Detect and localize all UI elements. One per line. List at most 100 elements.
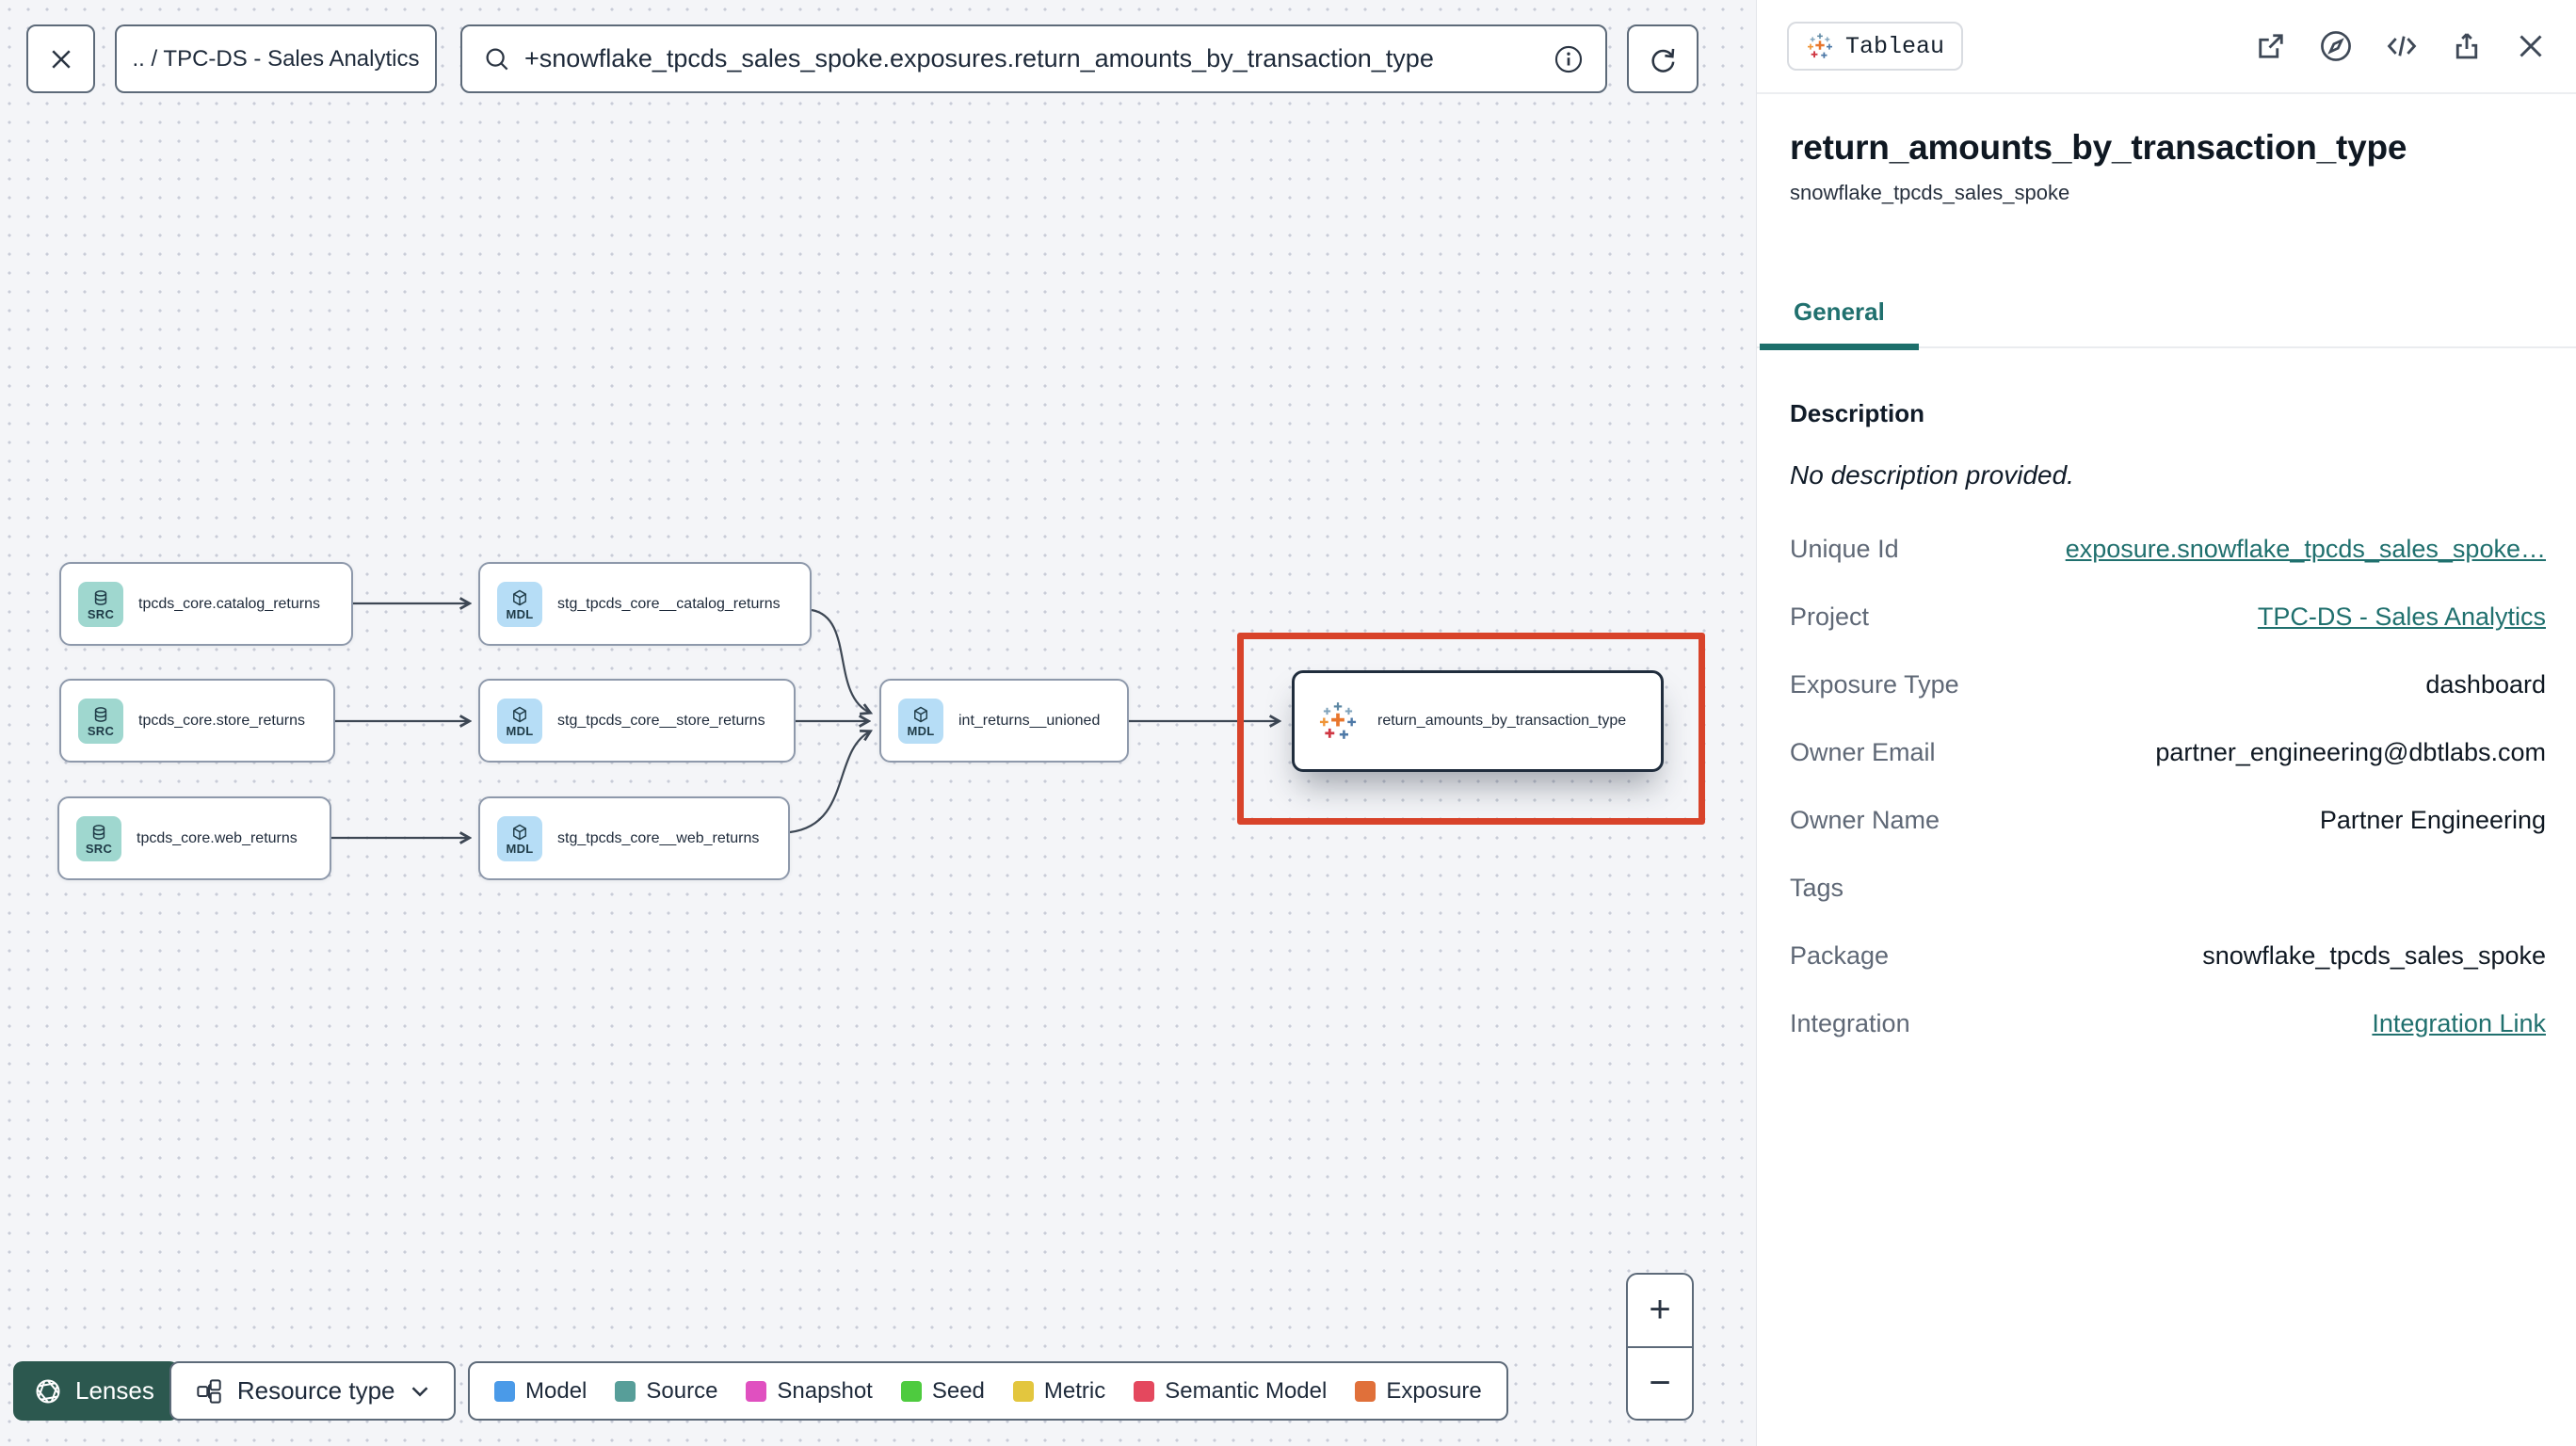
info-icon[interactable] bbox=[1553, 43, 1585, 75]
integration-badge-tableau[interactable]: Tableau bbox=[1787, 22, 1964, 71]
selector-input[interactable] bbox=[524, 44, 1539, 73]
model-badge: MDL bbox=[898, 698, 943, 744]
resource-type-icon bbox=[197, 1378, 221, 1404]
description-label: Description bbox=[1790, 399, 1925, 427]
owner-email-value: partner_engineering@dbtlabs.com bbox=[2155, 737, 2546, 766]
legend-swatch bbox=[1355, 1380, 1377, 1402]
legend-item-source: Source bbox=[615, 1378, 717, 1405]
integration-link[interactable]: Integration Link bbox=[2372, 1009, 2546, 1038]
project-link[interactable]: TPC-DS - Sales Analytics bbox=[2258, 602, 2546, 632]
edge bbox=[789, 731, 870, 834]
page-title: return_amounts_by_transaction_type bbox=[1790, 128, 2407, 167]
legend-item-snapshot: Snapshot bbox=[746, 1378, 873, 1405]
share-icon bbox=[2455, 33, 2478, 59]
field-row-package: Package snowflake_tpcds_sales_spoke bbox=[1790, 940, 2546, 970]
field-row-tags: Tags bbox=[1790, 873, 1844, 902]
owner-name-value: Partner Engineering bbox=[2319, 805, 2546, 834]
zoom-in-button[interactable]: + bbox=[1628, 1275, 1692, 1348]
explore-compass-button[interactable] bbox=[2318, 28, 2354, 64]
dbt-explorer-lineage-app: SRC tpcds_core.catalog_returns SRC tpcds… bbox=[0, 0, 2576, 1446]
refresh-lineage-button[interactable] bbox=[1627, 24, 1699, 93]
cube-icon bbox=[914, 706, 927, 722]
panel-actions bbox=[2254, 28, 2548, 64]
lenses-bar: Lenses Resource type bbox=[13, 1361, 456, 1421]
search-icon bbox=[486, 47, 508, 70]
lineage-search-bar[interactable] bbox=[460, 24, 1607, 93]
package-value: snowflake_tpcds_sales_spoke bbox=[2202, 940, 2546, 970]
refresh-icon bbox=[1651, 48, 1675, 72]
tab-general[interactable]: General bbox=[1760, 297, 1919, 350]
aperture-icon bbox=[36, 1379, 60, 1403]
resource-type-dropdown[interactable]: Resource type bbox=[169, 1361, 456, 1421]
database-icon bbox=[92, 824, 105, 840]
source-badge: SRC bbox=[78, 698, 123, 744]
legend-item-model: Model bbox=[494, 1378, 587, 1405]
graph-node-source-catalog-returns[interactable]: SRC tpcds_core.catalog_returns bbox=[59, 562, 353, 646]
graph-node-source-web-returns[interactable]: SRC tpcds_core.web_returns bbox=[57, 796, 331, 880]
database-icon bbox=[94, 589, 107, 605]
graph-node-exposure-return-amounts[interactable]: return_amounts_by_transaction_type bbox=[1292, 670, 1664, 772]
legend-swatch bbox=[1134, 1380, 1155, 1402]
legend-item-metric: Metric bbox=[1012, 1378, 1105, 1405]
zoom-out-icon: − bbox=[1649, 1361, 1671, 1404]
field-row-integration: Integration Integration Link bbox=[1790, 1008, 2546, 1038]
graph-node-model-stg-catalog[interactable]: MDL stg_tpcds_core__catalog_returns bbox=[478, 562, 812, 646]
legend-item-semantic-model: Semantic Model bbox=[1134, 1378, 1327, 1405]
legend-item-exposure: Exposure bbox=[1355, 1378, 1482, 1405]
database-icon bbox=[94, 706, 107, 722]
code-view-button[interactable] bbox=[2384, 28, 2420, 64]
cube-icon bbox=[513, 589, 526, 605]
field-row-exposure-type: Exposure Type dashboard bbox=[1790, 669, 2546, 699]
zoom-control: + − bbox=[1626, 1273, 1694, 1421]
close-icon bbox=[51, 49, 71, 69]
panel-close-icon bbox=[2520, 35, 2542, 57]
chevron-down-icon bbox=[411, 1386, 427, 1397]
tableau-logo-icon bbox=[1319, 702, 1357, 739]
model-badge: MDL bbox=[497, 698, 542, 744]
code-icon bbox=[2387, 36, 2417, 56]
legend-swatch bbox=[900, 1380, 922, 1402]
field-row-project: Project TPC-DS - Sales Analytics bbox=[1790, 602, 2546, 632]
edge bbox=[811, 608, 870, 713]
source-badge: SRC bbox=[78, 581, 123, 627]
lineage-canvas[interactable]: SRC tpcds_core.catalog_returns SRC tpcds… bbox=[0, 0, 1756, 1446]
close-panel-button[interactable] bbox=[2514, 29, 2548, 63]
legend-swatch bbox=[494, 1380, 515, 1402]
share-button[interactable] bbox=[2450, 29, 2484, 63]
breadcrumb[interactable]: .. / TPC-DS - Sales Analytics bbox=[115, 24, 437, 93]
tableau-logo-icon bbox=[1808, 33, 1832, 58]
model-badge: MDL bbox=[497, 581, 542, 627]
node-label: return_amounts_by_transaction_type bbox=[1377, 713, 1627, 729]
graph-node-source-store-returns[interactable]: SRC tpcds_core.store_returns bbox=[59, 679, 335, 763]
panel-body: return_amounts_by_transaction_type snowf… bbox=[1757, 94, 2576, 1057]
legend-swatch bbox=[1012, 1380, 1034, 1402]
open-external-button[interactable] bbox=[2254, 29, 2288, 63]
node-label: tpcds_core.store_returns bbox=[138, 712, 305, 729]
graph-node-model-int-returns-unioned[interactable]: MDL int_returns__unioned bbox=[879, 679, 1129, 763]
panel-header: Tableau bbox=[1757, 0, 2576, 94]
cube-icon bbox=[513, 824, 526, 840]
lenses-button[interactable]: Lenses bbox=[13, 1361, 179, 1421]
model-badge: MDL bbox=[497, 815, 542, 861]
unique-id-link[interactable]: exposure.snowflake_tpcds_sales_spoke… bbox=[2066, 535, 2546, 564]
graph-node-model-stg-web[interactable]: MDL stg_tpcds_core__web_returns bbox=[478, 796, 790, 880]
field-row-owner-name: Owner Name Partner Engineering bbox=[1790, 805, 2546, 834]
exposure-type-value: dashboard bbox=[2425, 669, 2546, 699]
node-label: stg_tpcds_core__catalog_returns bbox=[557, 595, 781, 612]
zoom-out-button[interactable]: − bbox=[1628, 1348, 1692, 1420]
field-row-owner-email: Owner Email partner_engineering@dbtlabs.… bbox=[1790, 737, 2546, 766]
cube-icon bbox=[513, 706, 526, 722]
node-details-panel: Tableau return_amounts_by_transaction_ty… bbox=[1756, 0, 2576, 1446]
package-subtitle: snowflake_tpcds_sales_spoke bbox=[1790, 181, 2070, 204]
close-lineage-button[interactable] bbox=[26, 24, 95, 93]
description-value: No description provided. bbox=[1790, 460, 2074, 490]
legend-item-seed: Seed bbox=[900, 1378, 985, 1405]
legend-swatch bbox=[615, 1380, 636, 1402]
node-label: tpcds_core.catalog_returns bbox=[138, 595, 320, 612]
node-label: stg_tpcds_core__web_returns bbox=[557, 829, 760, 846]
zoom-in-icon: + bbox=[1649, 1289, 1671, 1331]
legend-swatch bbox=[746, 1380, 767, 1402]
node-label: tpcds_core.web_returns bbox=[137, 829, 298, 846]
graph-node-model-stg-store[interactable]: MDL stg_tpcds_core__store_returns bbox=[478, 679, 796, 763]
resource-type-legend: Model Source Snapshot Seed Metric Semant… bbox=[468, 1361, 1508, 1421]
